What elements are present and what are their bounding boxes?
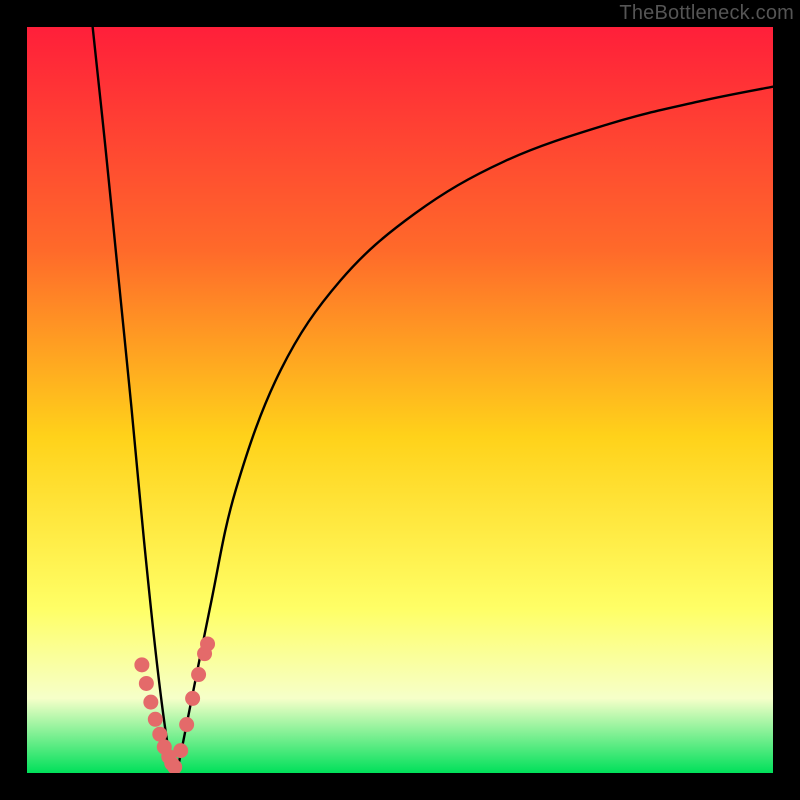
- curve-marker: [200, 636, 215, 651]
- curve-marker: [148, 712, 163, 727]
- curve-marker: [179, 717, 194, 732]
- plot-area: [27, 27, 773, 773]
- curve-marker: [139, 676, 154, 691]
- curve-marker: [185, 691, 200, 706]
- curve-marker: [173, 743, 188, 758]
- curve-marker: [134, 657, 149, 672]
- curve-marker: [191, 667, 206, 682]
- chart-svg: [27, 27, 773, 773]
- chart-frame: TheBottleneck.com: [0, 0, 800, 800]
- watermark-label: TheBottleneck.com: [619, 2, 794, 25]
- curve-marker: [143, 695, 158, 710]
